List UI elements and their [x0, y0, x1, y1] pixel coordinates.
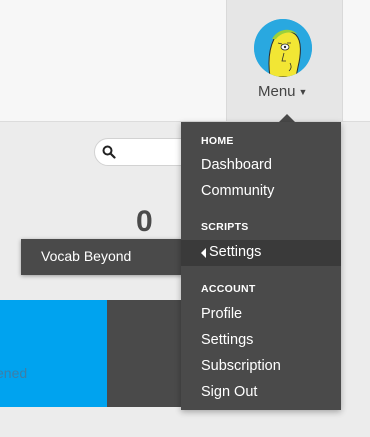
blue-tile[interactable]: ened: [0, 300, 107, 407]
menu-heading-account: ACCOUNT: [201, 283, 256, 295]
menu-item-script-settings[interactable]: Settings: [181, 240, 341, 266]
menu-item-community[interactable]: Community: [201, 183, 274, 199]
menu-dropdown: HOME Dashboard Community SCRIPTS Setting…: [181, 122, 341, 410]
script-name-popup[interactable]: Vocab Beyond: [21, 239, 182, 275]
dark-tile[interactable]: [107, 300, 187, 407]
menu-item-profile[interactable]: Profile: [201, 306, 242, 322]
count-value: 0: [136, 205, 153, 238]
avatar-face-icon: [254, 19, 312, 77]
menu-heading-home: HOME: [201, 135, 234, 147]
menu-heading-scripts: SCRIPTS: [201, 221, 249, 233]
menu-toggle-button[interactable]: Menu ▼: [258, 83, 318, 101]
menu-item-account-settings[interactable]: Settings: [201, 332, 253, 348]
user-avatar[interactable]: [254, 19, 312, 77]
chevron-down-icon: ▼: [298, 87, 308, 98]
menu-item-dashboard[interactable]: Dashboard: [201, 157, 272, 173]
blue-tile-label: ened: [0, 365, 28, 381]
caret-left-icon: [201, 248, 206, 258]
menu-item-subscription[interactable]: Subscription: [201, 358, 281, 374]
menu-label: Menu: [258, 83, 296, 100]
menu-item-sign-out[interactable]: Sign Out: [201, 384, 257, 400]
search-icon: [102, 145, 116, 159]
menu-item-script-settings-label: Settings: [209, 244, 262, 260]
popup-label: Vocab Beyond: [41, 248, 132, 264]
